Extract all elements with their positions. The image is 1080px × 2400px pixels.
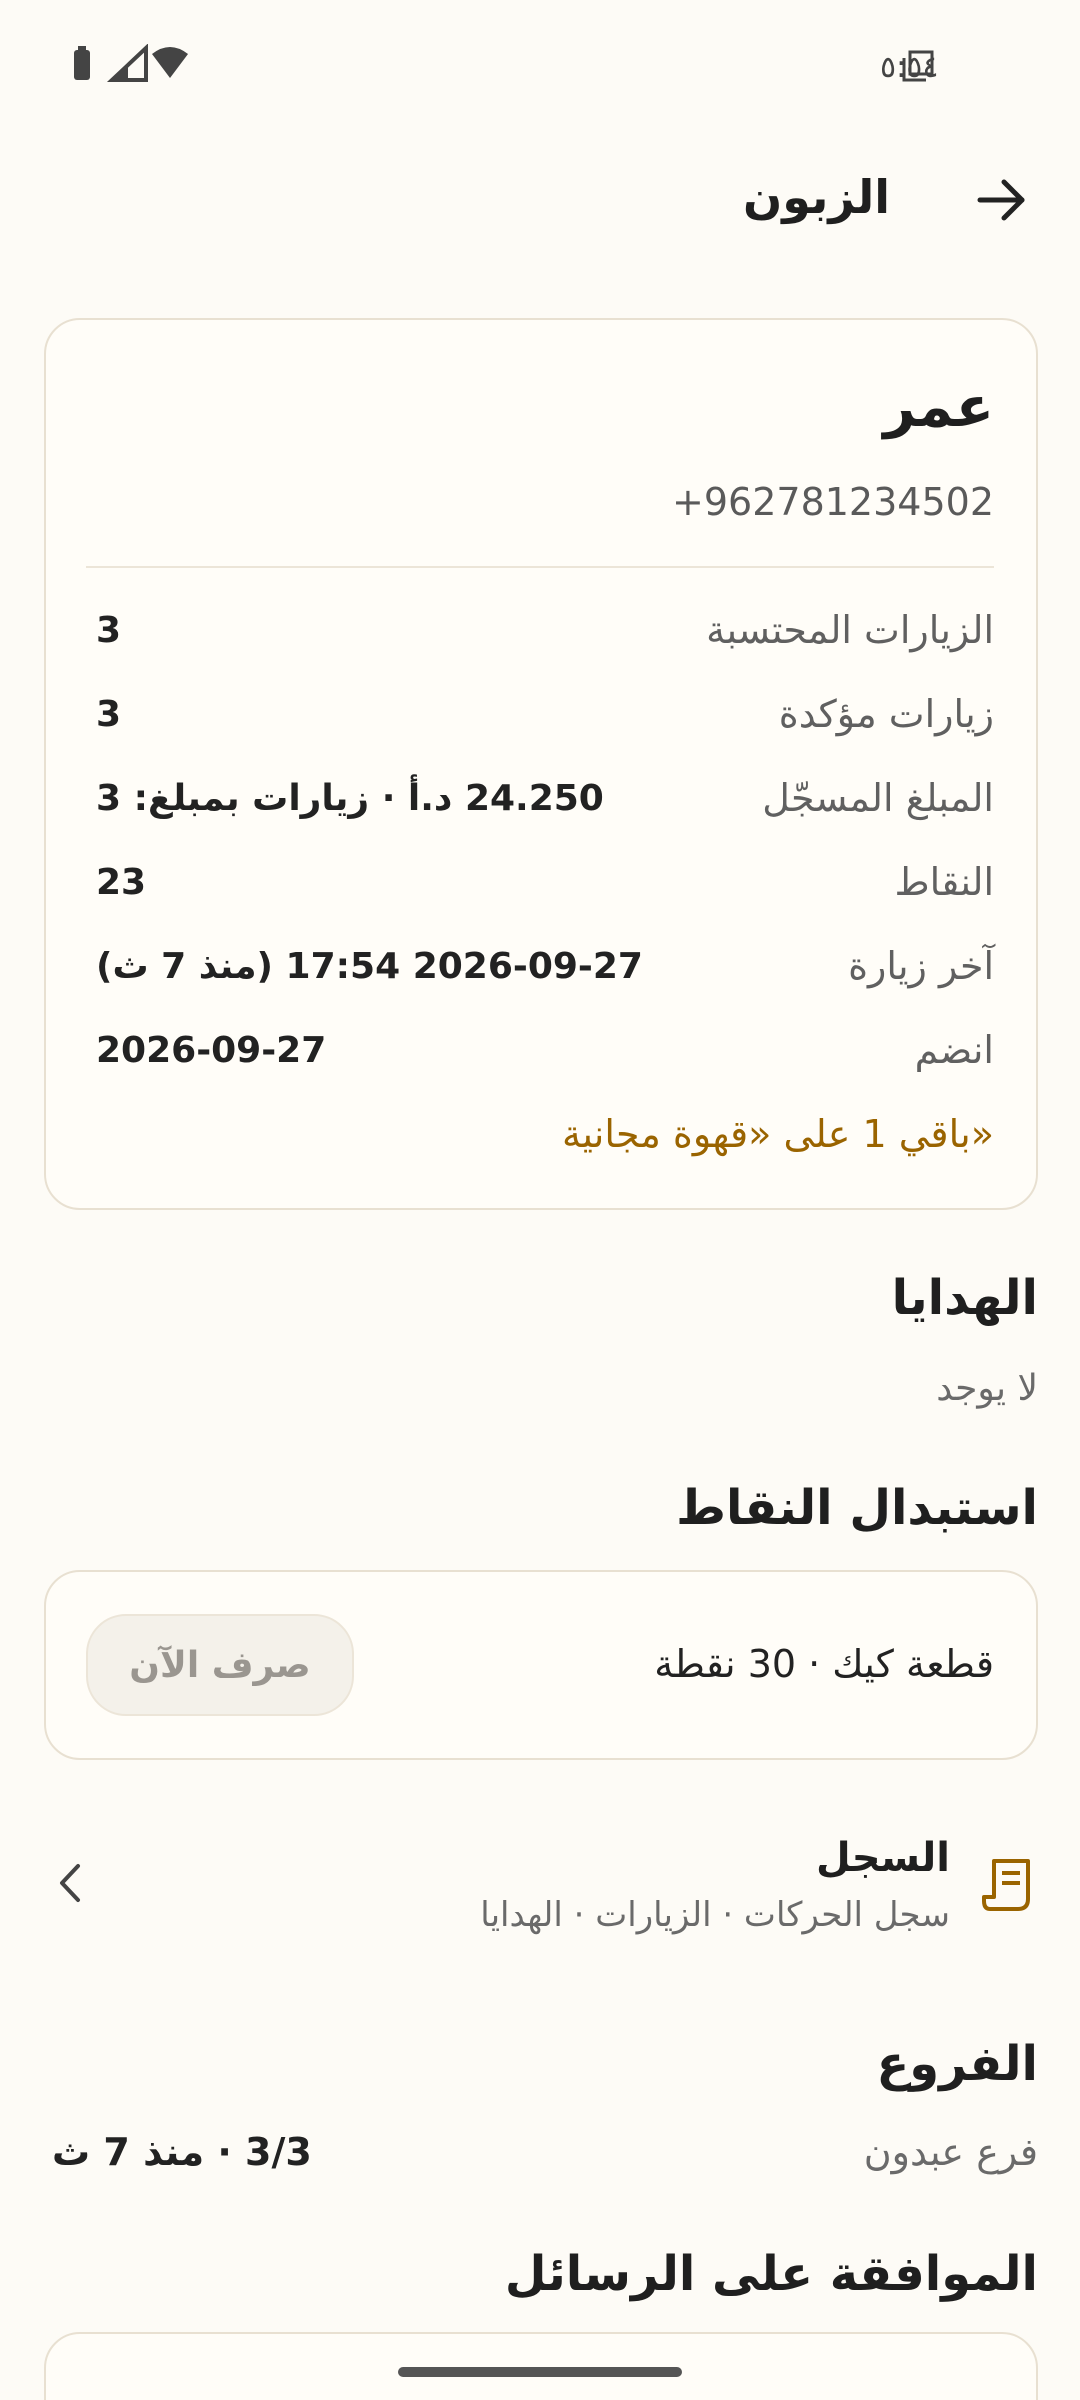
consent-card — [44, 2332, 1038, 2400]
stat-value: 3 — [96, 694, 122, 735]
gifts-empty: لا يوجد — [936, 1368, 1038, 1409]
home-indicator[interactable] — [398, 2367, 682, 2377]
gifts-title: الهدايا — [891, 1270, 1038, 1326]
stat-value: 2026-09-27 17:54 (منذ 7 ث) — [96, 946, 643, 987]
branch-value: 3/3 · منذ 7 ث — [52, 2130, 312, 2174]
redeem-title: استبدال النقاط — [676, 1480, 1038, 1536]
stat-value: 3 — [96, 610, 122, 651]
page-title: الزبون — [742, 170, 890, 224]
stat-label: انضم — [914, 1028, 994, 1072]
status-icons — [68, 43, 198, 84]
consent-title: الموافقة على الرسائل — [504, 2246, 1038, 2302]
stat-label: آخر زيارة — [848, 944, 994, 988]
signal-icon — [106, 43, 148, 82]
stat-label: الزيارات المحتسبة — [706, 608, 994, 652]
redeem-now-button[interactable]: صرف الآن — [86, 1614, 354, 1716]
stat-value: 24.250 د.أ · زيارات بمبلغ: 3 — [96, 778, 604, 819]
branches-title: الفروع — [876, 2036, 1038, 2092]
stat-value: 23 — [96, 862, 147, 903]
stat-label: النقاط — [894, 860, 994, 904]
reward-progress-note: باقي 1 على «قهوة مجانية» — [561, 1112, 994, 1156]
branch-name: فرع عبدون — [863, 2130, 1038, 2174]
receipt-icon — [980, 1855, 1040, 1915]
redeem-item: قطعة كيك · 30 نقطة — [654, 1642, 994, 1686]
stat-value: 2026-09-27 — [96, 1030, 327, 1071]
stat-label: المبلغ المسجّل — [762, 776, 994, 820]
stat-label: زيارات مؤكدة — [778, 692, 994, 736]
status-time: ٥:٥٤ — [880, 50, 939, 85]
customer-name: عمر — [883, 375, 994, 440]
divider — [86, 566, 994, 568]
history-title: السجل — [816, 1835, 950, 1881]
chevron-left-icon — [50, 1858, 90, 1908]
customer-phone: +962781234502 — [672, 480, 994, 524]
history-subtitle: سجل الحركات · الزيارات · الهدايا — [480, 1895, 950, 1935]
customer-card — [44, 318, 1038, 1210]
back-arrow-icon[interactable] — [972, 170, 1032, 230]
battery-icon — [74, 46, 90, 80]
wifi-icon — [152, 47, 188, 78]
